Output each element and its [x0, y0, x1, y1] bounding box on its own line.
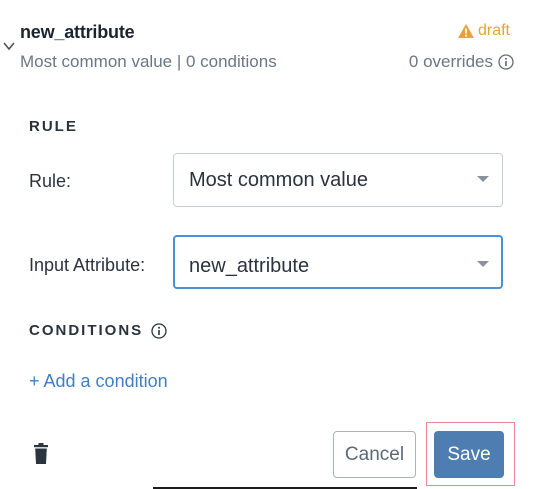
conditions-section-header: CONDITIONS [29, 322, 167, 339]
overrides-label: 0 overrides [408, 52, 493, 71]
input-attribute-select[interactable]: new_attribute [173, 235, 503, 289]
trash-icon[interactable] [34, 443, 48, 464]
rule-select-value: Most common value [189, 169, 368, 191]
info-icon[interactable] [151, 322, 167, 339]
warning-icon [457, 24, 474, 38]
input-attribute-label: Input Attribute: [29, 255, 146, 275]
rule-label: Rule: [29, 171, 72, 191]
overrides-count: 0 overrides [409, 52, 514, 72]
attribute-name: new_attribute [20, 22, 135, 42]
draft-badge: draft [457, 22, 510, 40]
conditions-section-title: CONDITIONS [29, 322, 144, 339]
input-attribute-select-value: new_attribute [189, 255, 310, 277]
add-condition-link[interactable]: + Add a condition [29, 371, 168, 392]
cancel-button[interactable]: Cancel [333, 431, 416, 478]
rule-section-title: RULE [29, 118, 78, 135]
caret-down-icon [477, 261, 489, 267]
info-icon[interactable] [498, 54, 514, 70]
rule-select[interactable]: Most common value [173, 153, 503, 207]
caret-down-icon [477, 176, 489, 182]
attribute-summary: Most common value | 0 conditions [20, 52, 277, 71]
chevron-down-icon[interactable] [2, 40, 16, 52]
save-button[interactable]: Save [434, 431, 504, 478]
draft-label: draft [477, 22, 510, 39]
